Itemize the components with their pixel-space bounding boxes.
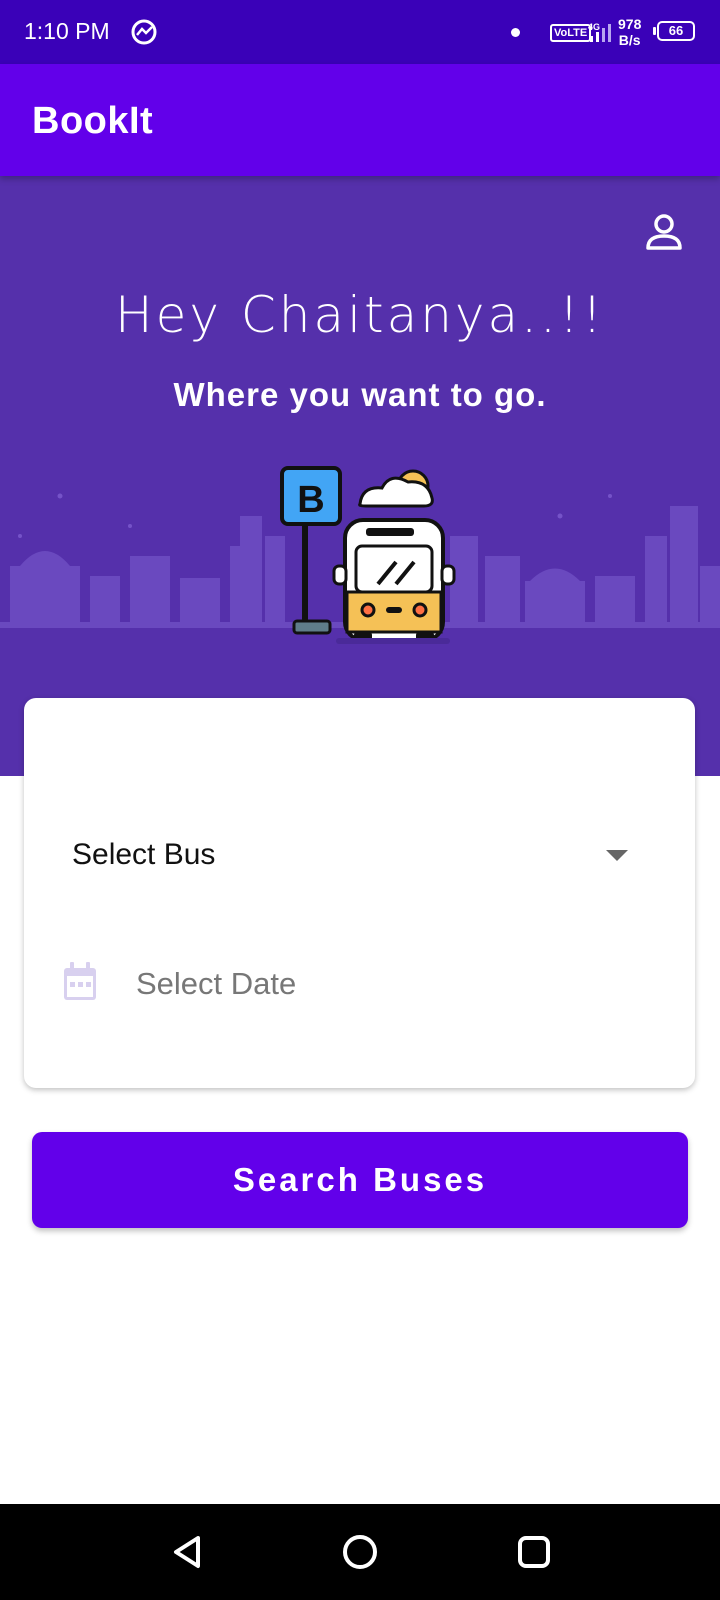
search-form-card: Select Bus Select Date [24, 698, 695, 1088]
back-icon[interactable] [168, 1532, 208, 1572]
bus-select-value: Select Bus [72, 838, 216, 871]
cloud-icon [358, 469, 434, 508]
bus-select-dropdown[interactable]: Select Bus [24, 818, 695, 888]
app-bar: BookIt [0, 64, 720, 176]
status-bar: 1:10 PM VoLTE 4G 978 B/s 66 [0, 0, 720, 64]
network-speed-unit: B/s [618, 32, 641, 48]
sync-icon [131, 19, 157, 45]
subtitle-text: Where you want to go. [173, 376, 547, 413]
calendar-icon [64, 962, 96, 1000]
dropdown-arrow-icon [606, 850, 628, 861]
recents-icon[interactable] [514, 1532, 554, 1572]
app-title: BookIt [32, 100, 154, 142]
battery-icon: 66 [653, 21, 695, 41]
network-speed-value: 978 [618, 16, 642, 32]
hero-banner: Hey Chaitanya..!! Where you want to go. [0, 176, 720, 776]
volte-badge: VoLTE [550, 24, 592, 42]
network-gen-label: 4G [588, 22, 600, 32]
person-icon[interactable] [644, 212, 684, 252]
date-placeholder: Select Date [136, 966, 297, 1001]
status-time: 1:10 PM [24, 18, 110, 44]
bus-stop-sign: B [280, 466, 342, 635]
date-input[interactable]: Select Date [24, 948, 695, 1018]
greeting-text: Hey Chaitanya..!! [114, 286, 605, 344]
bus-stop-sign-letter: B [297, 479, 324, 521]
network-speed: 978 B/s [618, 16, 641, 48]
notification-dot [511, 28, 520, 37]
home-icon[interactable] [340, 1532, 380, 1572]
bus-icon [332, 518, 456, 644]
navigation-bar [0, 1504, 720, 1600]
battery-level: 66 [668, 23, 684, 38]
signal-icon: 4G [588, 22, 611, 42]
search-buses-button[interactable]: Search Buses [32, 1132, 688, 1228]
